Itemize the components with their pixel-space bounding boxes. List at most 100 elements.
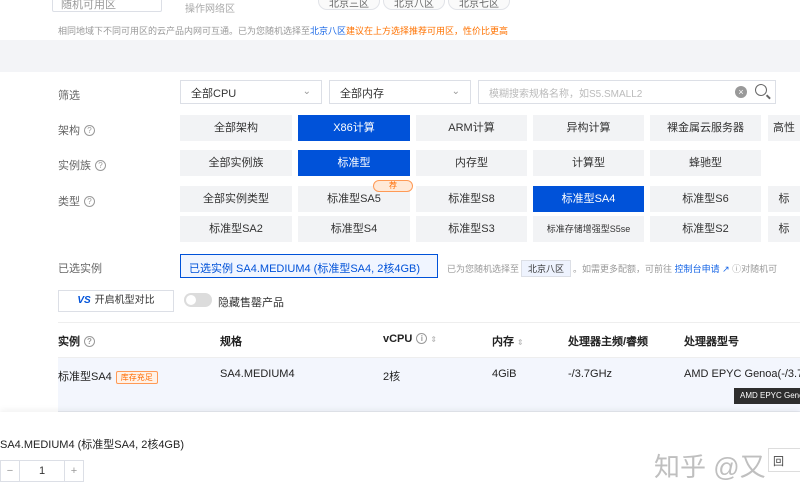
type-label: 类型? [58,193,95,209]
console-apply-link[interactable]: 控制台申请 ↗ [675,264,730,274]
help-icon[interactable]: i [416,333,428,344]
recommend-badge: 荐 [373,180,413,192]
cell-vcpu: 2核 [383,371,401,383]
arch-option-x86[interactable]: X86计算 [298,115,410,141]
watermark: 知乎 @又 [654,452,766,482]
external-link-icon: ↗ [722,264,730,274]
filter-label: 筛选 [58,90,80,102]
footer-spec: SA4.MEDIUM4 (标准型SA4, 2核4GB) [0,439,184,451]
header-spec: 规格 [220,336,242,348]
cell-memory: 4GiB [492,368,517,380]
type-option-s2[interactable]: 标准型S2 [650,216,761,242]
type-option-more-2[interactable]: 标 [768,216,800,242]
arch-option-all[interactable]: 全部架构 [180,115,292,141]
cell-spec: SA4.MEDIUM4 [220,368,295,380]
help-icon[interactable]: ? [84,196,95,207]
header-memory[interactable]: 内存 ⇕ [492,333,524,349]
memory-select-value: 全部内存 [340,88,384,100]
table-row[interactable] [58,358,800,412]
arch-option-arm[interactable]: ARM计算 [416,115,527,141]
search-placeholder: 模糊搜索规格名称，如S5.SMALL2 [489,89,643,100]
model-tooltip: AMD EPYC Genoa [734,388,800,404]
tip-text: 相同地域下不同可用区的云产品内网可互通。已为您随机选择至 [58,26,311,36]
sort-icon[interactable]: ⇕ [430,335,437,344]
minus-icon[interactable]: − [1,461,19,481]
hide-sold-out-label: 隐藏售罄产品 [218,297,284,309]
console-apply-text: 控制台申请 [674,264,720,274]
family-option-all[interactable]: 全部实例族 [180,150,292,176]
zone-chip-beijing-3[interactable]: 北京三区 [318,0,380,10]
arch-option-high-perf[interactable]: 高性 [768,115,800,141]
zone-hint: 操作网络区 [185,4,235,15]
clear-icon[interactable]: × [735,86,747,98]
type-option-all[interactable]: 全部实例类型 [180,186,292,212]
hint-text: 已为您随机选择至 [447,264,520,274]
family-label-text: 实例族 [58,160,91,172]
type-option-s3[interactable]: 标准型S3 [416,216,527,242]
type-option-sa2[interactable]: 标准型SA2 [180,216,292,242]
cell-instance-text: 标准型SA4 [58,371,112,383]
cell-instance: 标准型SA4 库存充足 [58,368,158,384]
header-model: 处理器型号 [684,336,739,348]
spec-search-input[interactable]: 模糊搜索规格名称，如S5.SMALL2 × [478,80,776,104]
family-option-memory[interactable]: 内存型 [416,150,527,176]
tip-suggest: 建议在上方选择推荐可用区， [346,26,464,36]
header-instance-text: 实例 [58,336,80,348]
selected-label: 已选实例 [58,263,102,275]
cpu-select-value: 全部CPU [191,88,237,100]
help-icon[interactable]: ? [95,160,106,171]
vs-icon: VS [77,295,91,306]
type-label-text: 类型 [58,196,80,208]
compare-button[interactable]: VS 开启机型对比 [58,290,174,312]
memory-select[interactable]: 全部内存 ⌄ [329,80,471,104]
type-option-more-1[interactable]: 标 [768,186,800,212]
type-option-s6[interactable]: 标准型S6 [650,186,761,212]
selected-hint: 已为您随机选择至 北京八区 。如需更多配额，可前往 控制台申请 ↗ ⓘ对随机可 [447,260,777,277]
arch-option-bare-metal[interactable]: 裸金属云服务器 [650,115,761,141]
plus-icon[interactable]: + [65,461,83,481]
quantity-stepper[interactable]: − 1 + [0,460,84,482]
hint-zone-chip: 北京八区 [521,260,572,277]
hide-sold-out-toggle[interactable] [184,293,212,307]
help-icon: ⓘ [732,264,742,274]
tip-value: 性价比更高 [463,26,509,36]
help-icon[interactable]: ? [84,336,95,347]
header-instance: 实例? [58,333,95,349]
type-option-s4[interactable]: 标准型S4 [298,216,410,242]
selected-instance: 已选实例 SA4.MEDIUM4 (标准型SA4, 2核4GB) [180,254,438,278]
tip-zone: 北京八区 [310,26,347,36]
type-option-sa4[interactable]: 标准型SA4 [533,186,644,212]
hint-text-3: 对随机可 [741,264,778,274]
family-option-compute[interactable]: 计算型 [533,150,644,176]
header-frequency: 处理器主频/睿频 [568,336,649,348]
chevron-down-icon: ⌄ [302,86,311,97]
zone-select-value: 随机可用区 [61,0,116,11]
arch-label-text: 架构 [58,125,80,137]
chat-widget[interactable]: 回 [768,448,800,472]
family-option-fengchi[interactable]: 蜂驰型 [650,150,761,176]
cell-model: AMD EPYC Genoa(-/3.7 [684,368,800,380]
sort-icon[interactable]: ⇕ [517,338,524,347]
header-vcpu-text: vCPU [383,333,413,345]
cell-frequency: -/3.7GHz [568,368,613,380]
search-icon[interactable] [755,84,767,96]
zone-select[interactable]: 随机可用区 [52,0,162,12]
header-memory-text: 内存 [492,336,514,348]
family-label: 实例族? [58,157,106,173]
header-vcpu[interactable]: vCPU i ⇕ [383,333,437,345]
zone-chip-beijing-8[interactable]: 北京八区 [383,0,445,10]
zone-chip-beijing-7[interactable]: 北京七区 [448,0,510,10]
zone-tip: 相同地域下不同可用区的云产品内网可互通。已为您随机选择至北京八区建议在上方选择推… [58,24,508,37]
help-icon[interactable]: ? [84,125,95,136]
cpu-select[interactable]: 全部CPU ⌄ [180,80,322,104]
hint-text-2: 。如需更多配额，可前往 [573,264,673,274]
type-option-s8[interactable]: 标准型S8 [416,186,527,212]
quantity-value[interactable]: 1 [19,461,65,481]
compare-button-label: 开启机型对比 [94,295,155,306]
family-option-standard[interactable]: 标准型 [298,150,410,176]
section-divider-band [0,40,800,72]
stock-badge: 库存充足 [115,371,158,384]
arch-option-heterogeneous[interactable]: 异构计算 [533,115,644,141]
arch-label: 架构? [58,122,95,138]
type-option-s5se[interactable]: 标准存储增强型S5se [533,216,644,242]
